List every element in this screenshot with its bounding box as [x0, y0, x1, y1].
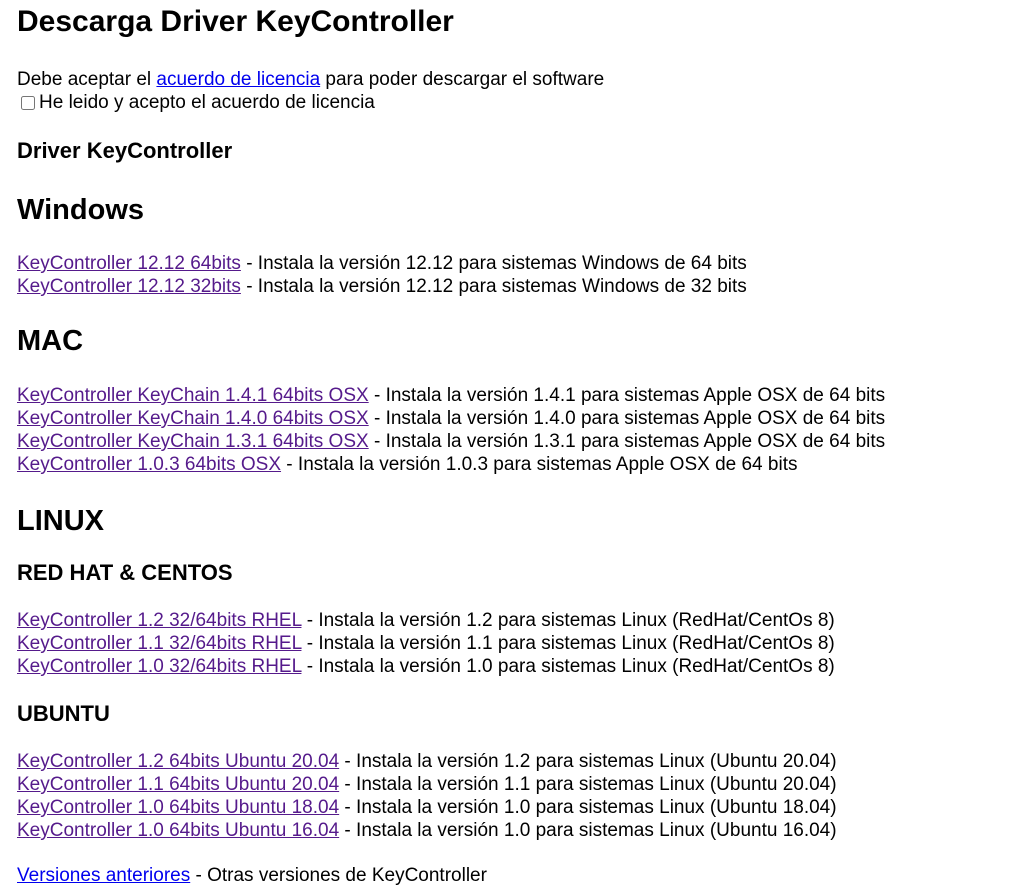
- download-description: - Instala la versión 1.2 para sistemas L…: [339, 751, 837, 772]
- download-row: KeyController 1.0 64bits Ubuntu 18.04 - …: [17, 796, 1002, 819]
- accept-license-checkbox[interactable]: [21, 95, 35, 110]
- previous-versions-link[interactable]: Versiones anteriores: [17, 865, 190, 886]
- mac-downloads: KeyController KeyChain 1.4.1 64bits OSX …: [17, 384, 1002, 476]
- download-row: KeyController 1.2 64bits Ubuntu 20.04 - …: [17, 750, 1002, 773]
- license-prefix: Debe aceptar el: [17, 69, 157, 90]
- download-row: KeyController KeyChain 1.4.1 64bits OSX …: [17, 384, 1002, 407]
- download-row: KeyController KeyChain 1.4.0 64bits OSX …: [17, 407, 1002, 430]
- download-link-rhel-12[interactable]: KeyController 1.2 32/64bits RHEL: [17, 610, 301, 631]
- download-row: KeyController 1.2 32/64bits RHEL - Insta…: [17, 609, 1002, 632]
- ubuntu-heading: UBUNTU: [17, 701, 110, 726]
- download-link-mac-141[interactable]: KeyController KeyChain 1.4.1 64bits OSX: [17, 385, 369, 406]
- download-description: - Instala la versión 12.12 para sistemas…: [240, 253, 747, 274]
- page: Descarga Driver KeyController Debe acept…: [0, 0, 1019, 887]
- download-description: - Instala la versión 1.0 para sistemas L…: [339, 820, 837, 841]
- download-link-ubuntu-10-1604[interactable]: KeyController 1.0 64bits Ubuntu 16.04: [17, 820, 339, 841]
- page-title: Descarga Driver KeyController: [17, 5, 454, 38]
- download-row: KeyController 12.12 64bits - Instala la …: [17, 252, 1002, 275]
- download-row: KeyController 1.1 32/64bits RHEL - Insta…: [17, 632, 1002, 655]
- license-agreement-link[interactable]: acuerdo de licencia: [156, 69, 320, 90]
- license-suffix: para poder descargar el software: [320, 69, 605, 90]
- download-description: - Instala la versión 1.0 para sistemas L…: [339, 797, 837, 818]
- download-description: - Instala la versión 1.0 para sistemas L…: [301, 656, 835, 677]
- download-row: KeyController 1.0.3 64bits OSX - Instala…: [17, 453, 1002, 476]
- download-row: KeyController 1.1 64bits Ubuntu 20.04 - …: [17, 773, 1002, 796]
- accept-license-row[interactable]: He leido y acepto el acuerdo de licencia: [21, 91, 1002, 114]
- previous-versions-description: - Otras versiones de KeyController: [190, 865, 487, 886]
- download-link-windows-32[interactable]: KeyController 12.12 32bits: [17, 276, 241, 297]
- download-link-mac-103[interactable]: KeyController 1.0.3 64bits OSX: [17, 454, 281, 475]
- download-link-rhel-10[interactable]: KeyController 1.0 32/64bits RHEL: [17, 656, 301, 677]
- download-link-ubuntu-12[interactable]: KeyController 1.2 64bits Ubuntu 20.04: [17, 751, 339, 772]
- download-description: - Instala la versión 1.1 para sistemas L…: [301, 633, 835, 654]
- download-link-ubuntu-10-1804[interactable]: KeyController 1.0 64bits Ubuntu 18.04: [17, 797, 339, 818]
- download-description: - Instala la versión 12.12 para sistemas…: [240, 276, 747, 297]
- redhat-downloads: KeyController 1.2 32/64bits RHEL - Insta…: [17, 609, 1002, 678]
- download-description: - Instala la versión 1.4.1 para sistemas…: [368, 385, 886, 406]
- redhat-heading: RED HAT & CENTOS: [17, 560, 233, 585]
- download-row: KeyController 1.0 64bits Ubuntu 16.04 - …: [17, 819, 1002, 842]
- download-link-ubuntu-11[interactable]: KeyController 1.1 64bits Ubuntu 20.04: [17, 774, 339, 795]
- download-link-rhel-11[interactable]: KeyController 1.1 32/64bits RHEL: [17, 633, 301, 654]
- windows-heading: Windows: [17, 194, 145, 226]
- ubuntu-downloads: KeyController 1.2 64bits Ubuntu 20.04 - …: [17, 750, 1002, 842]
- download-description: - Instala la versión 1.4.0 para sistemas…: [368, 408, 886, 429]
- download-description: - Instala la versión 1.2 para sistemas L…: [301, 610, 835, 631]
- download-row: KeyController 1.0 32/64bits RHEL - Insta…: [17, 655, 1002, 678]
- download-link-windows-64[interactable]: KeyController 12.12 64bits: [17, 253, 241, 274]
- download-description: - Instala la versión 1.3.1 para sistemas…: [368, 431, 886, 452]
- license-note: Debe aceptar el acuerdo de licencia para…: [17, 68, 1002, 91]
- windows-downloads: KeyController 12.12 64bits - Instala la …: [17, 252, 1002, 298]
- download-description: - Instala la versión 1.1 para sistemas L…: [339, 774, 837, 795]
- linux-heading: LINUX: [17, 505, 104, 537]
- download-link-mac-140[interactable]: KeyController KeyChain 1.4.0 64bits OSX: [17, 408, 369, 429]
- download-row: KeyController KeyChain 1.3.1 64bits OSX …: [17, 430, 1002, 453]
- driver-heading: Driver KeyController: [17, 138, 233, 163]
- mac-heading: MAC: [17, 325, 84, 357]
- download-description: - Instala la versión 1.0.3 para sistemas…: [281, 454, 798, 475]
- download-row: KeyController 12.12 32bits - Instala la …: [17, 275, 1002, 298]
- accept-license-label: He leido y acepto el acuerdo de licencia: [39, 92, 375, 113]
- previous-versions-row: Versiones anteriores - Otras versiones d…: [17, 864, 1002, 887]
- download-link-mac-131[interactable]: KeyController KeyChain 1.3.1 64bits OSX: [17, 431, 369, 452]
